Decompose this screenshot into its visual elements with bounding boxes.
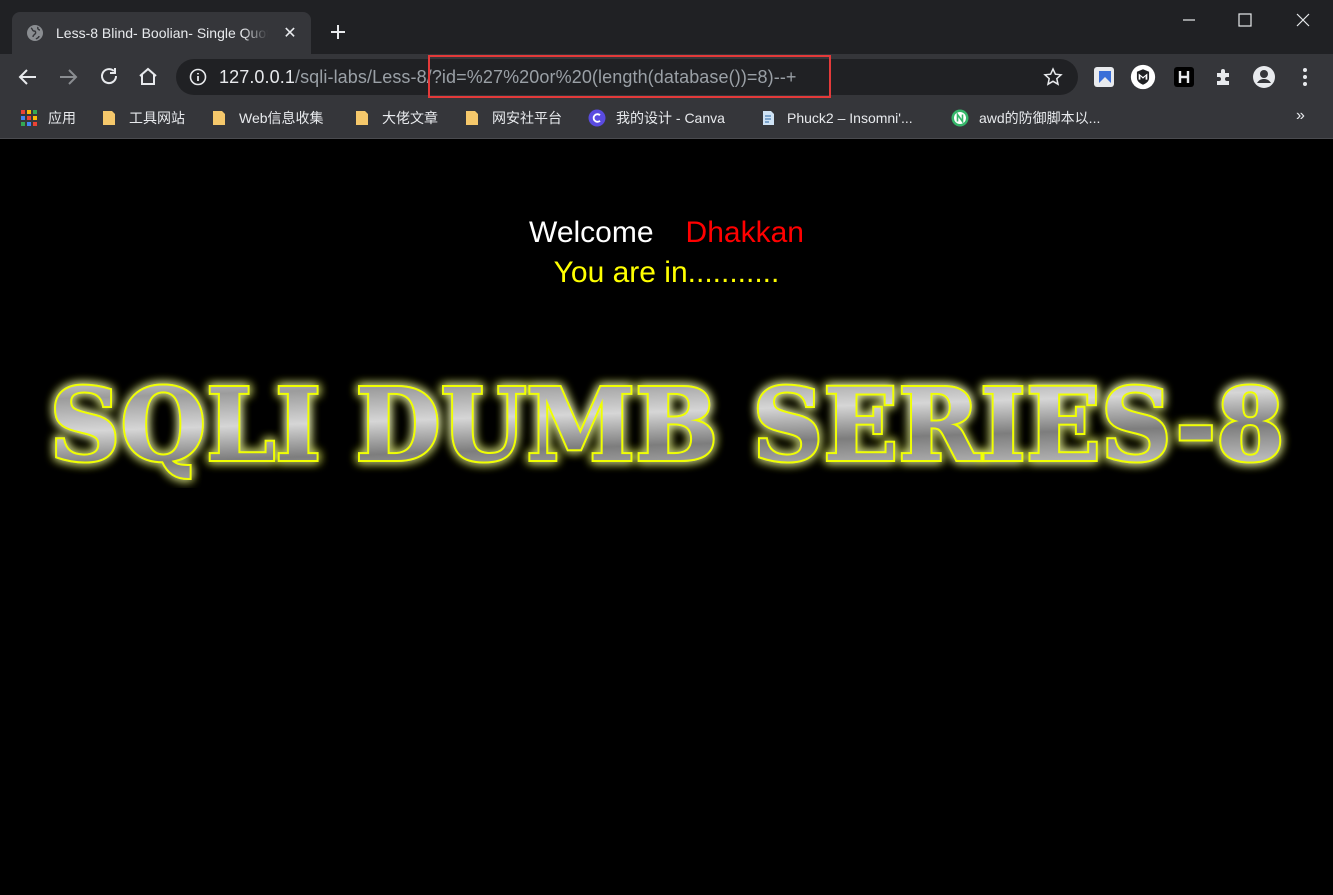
profile-avatar-icon[interactable] — [1251, 64, 1277, 90]
bookmark-label: 我的设计 - Canva — [616, 110, 725, 126]
forward-icon[interactable] — [55, 64, 81, 90]
welcome-line: Welcome Dhakkan — [0, 216, 1333, 250]
bookmark-star-icon[interactable] — [1043, 67, 1063, 87]
home-icon[interactable] — [135, 64, 161, 90]
url-highlight-box — [428, 55, 831, 98]
document-icon — [763, 111, 774, 125]
tab-manager-extension-icon[interactable] — [1091, 64, 1117, 90]
bookmarks-bar: 应用 工具网站 Web信息收集 大佬文章 网安社平台 我的设计 - Canva … — [0, 100, 1333, 139]
login-status-text: You are in........... — [553, 256, 780, 289]
bookmark-folder-platform[interactable]: 网安社平台 — [464, 107, 562, 129]
bookmark-label: Web信息收集 — [239, 110, 324, 126]
extensions-puzzle-icon[interactable] — [1211, 64, 1237, 90]
username-text: Dhakkan — [685, 216, 804, 249]
apps-grid-icon — [21, 110, 37, 126]
title-bar: Less-8 Blind- Boolian- Single Quotes- St… — [0, 0, 1333, 54]
bookmark-folder-tools[interactable]: 工具网站 — [101, 107, 185, 129]
h-extension-icon[interactable] — [1171, 64, 1197, 90]
bookmark-folder-web-info[interactable]: Web信息收集 — [211, 107, 324, 129]
bookmark-label: Phuck2 – Insomni'... — [787, 110, 913, 126]
bookmark-label: 应用 — [48, 110, 76, 126]
minimize-icon[interactable] — [1166, 6, 1212, 34]
menu-kebab-icon[interactable] — [1292, 64, 1318, 90]
close-window-icon[interactable] — [1280, 6, 1326, 34]
url-host: 127.0.0.1 — [219, 67, 295, 87]
new-tab-icon[interactable] — [326, 20, 350, 44]
folder-icon — [466, 111, 478, 125]
n-circle-icon — [951, 109, 969, 127]
canva-icon — [588, 109, 606, 127]
bookmark-phuck2[interactable]: Phuck2 – Insomni'... — [759, 107, 913, 129]
bookmark-label: awd的防御脚本以... — [979, 110, 1101, 126]
info-icon[interactable] — [189, 68, 207, 86]
browser-tab[interactable]: Less-8 Blind- Boolian- Single Quotes- St… — [12, 12, 311, 54]
back-icon[interactable] — [15, 64, 41, 90]
tab-title: Less-8 Blind- Boolian- Single Quotes- St… — [56, 25, 268, 41]
shield-extension-icon[interactable] — [1130, 64, 1156, 90]
bookmark-awd[interactable]: awd的防御脚本以... — [951, 107, 1100, 129]
sqli-dumb-series-banner: SQLI DUMB SERIES-8 — [48, 368, 1287, 486]
banner-text: SQLI DUMB SERIES-8 — [50, 368, 1285, 484]
page-content: Welcome Dhakkan You are in........... SQL… — [0, 140, 1333, 895]
bookmark-label: 网安社平台 — [492, 110, 562, 126]
bookmarks-overflow-icon[interactable]: » — [1296, 107, 1305, 125]
bookmark-apps[interactable]: 应用 — [20, 107, 76, 129]
folder-icon — [213, 111, 225, 125]
bookmark-label: 工具网站 — [129, 110, 185, 126]
folder-icon — [103, 111, 115, 125]
reload-icon[interactable] — [96, 64, 122, 90]
bookmark-canva[interactable]: 我的设计 - Canva — [588, 107, 725, 129]
globe-icon — [27, 25, 43, 41]
tab-close-icon[interactable]: ✕ — [281, 23, 299, 43]
welcome-text: Welcome — [529, 216, 654, 249]
folder-icon — [356, 111, 368, 125]
maximize-icon[interactable] — [1222, 6, 1268, 34]
bookmark-label: 大佬文章 — [382, 110, 438, 126]
bookmark-folder-articles[interactable]: 大佬文章 — [354, 107, 438, 129]
